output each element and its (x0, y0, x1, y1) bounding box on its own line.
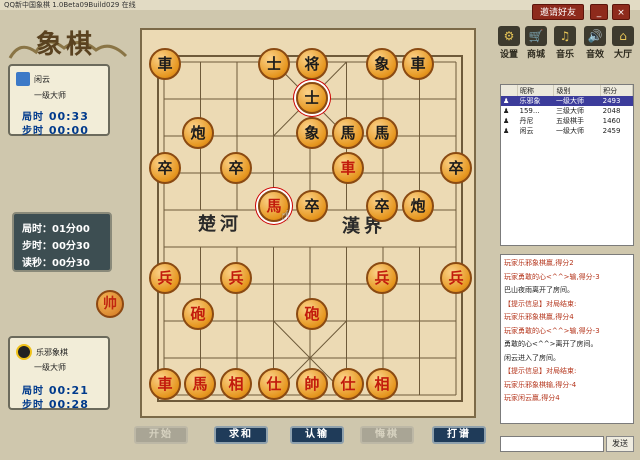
chat-message: 玩家乐邪象棋赢,得分2 (504, 259, 574, 267)
table-row[interactable]: ♟ 乐邪象 一级大师 2493 (501, 96, 633, 106)
minimize-button[interactable]: _ (590, 4, 608, 20)
piece-red[interactable]: 仕 (332, 368, 364, 400)
draw-button[interactable]: 求和 (214, 426, 268, 444)
table-row[interactable]: ♟ 丹尼 五级棋手 1460 (501, 116, 633, 126)
chat-input[interactable] (500, 436, 604, 452)
piece-black[interactable]: 卒 (149, 152, 181, 184)
cart-icon: 🛒 (525, 26, 547, 46)
piece-red[interactable]: 仕 (258, 368, 290, 400)
opponent-panel: 闲云 一级大师 局时 00:33 步时 00:00 (8, 64, 110, 137)
chat-message: 玩家乐邪象棋赢,得分4 (504, 313, 574, 321)
piece-red[interactable]: 兵 (149, 262, 181, 294)
opponent-step-time: 步时 00:00 (22, 124, 89, 137)
tool-lobby[interactable]: ⌂ 大厅 (610, 26, 636, 60)
chat-message: 【提示信息】对局结束: (504, 367, 577, 375)
spectate-button[interactable]: 打谱 (432, 426, 486, 444)
tool-music[interactable]: ♫ 音乐 (552, 26, 578, 60)
river-left-label: 楚河 (198, 214, 242, 235)
turn-indicator-piece: 帅 (96, 290, 124, 318)
piece-black[interactable]: 卒 (366, 190, 398, 222)
qq-avatar-icon (16, 344, 32, 360)
game-logo: 象棋 (6, 18, 134, 70)
music-icon: ♫ (554, 26, 576, 46)
gear-icon: ⚙ (498, 26, 520, 46)
chat-message: 巴山夜雨离开了房间。 (504, 286, 574, 294)
piece-red[interactable]: 馬 (184, 368, 216, 400)
piece-red[interactable]: 帥 (296, 368, 328, 400)
piece-black[interactable]: 炮 (182, 117, 214, 149)
col-nickname[interactable]: 昵称 (517, 85, 555, 96)
piece-black[interactable]: 象 (296, 117, 328, 149)
piece-red[interactable]: 兵 (440, 262, 472, 294)
table-row[interactable]: ♟ 159... 三级大师 2048 (501, 106, 633, 116)
piece-black[interactable]: 象 (366, 48, 398, 80)
opponent-game-time: 局时 00:33 (22, 110, 89, 123)
player-step-time: 步时 00:28 (22, 398, 89, 411)
chat-message: 玩家乐邪象棋输,得分-4 (504, 380, 577, 389)
chat-message: 勇敢的心<^^>离开了房间。 (504, 340, 598, 348)
tool-shop[interactable]: 🛒 商城 (523, 26, 549, 60)
player-panel: 乐邪象棋 一级大师 局时 00:21 步时 00:28 (8, 336, 110, 411)
tool-sound[interactable]: 🔊 音效 (582, 26, 608, 60)
chat-message: 玩家勇敢的心<^^>输,得分-3 (504, 326, 600, 335)
piece-black[interactable]: 車 (402, 48, 434, 80)
piece-black[interactable]: 士 (258, 48, 290, 80)
piece-red[interactable]: 兵 (220, 262, 252, 294)
app-window: QQ新中国象棋 1.0Beta09Build029 在线 邀请好友 _ × 象棋… (0, 0, 640, 460)
user-icon: ♟ (503, 117, 510, 125)
piece-black[interactable]: 将 (296, 48, 328, 80)
setting-step-time: 步时：00分30 (22, 241, 90, 252)
piece-red[interactable]: 車 (149, 368, 181, 400)
table-row[interactable]: ♟ 闲云 一级大师 2459 (501, 126, 633, 136)
piece-red[interactable]: 砲 (296, 298, 328, 330)
piece-red[interactable]: 相 (366, 368, 398, 400)
piece-black[interactable]: 馬 (366, 117, 398, 149)
home-icon: ⌂ (612, 26, 634, 46)
player-rank: 一级大师 (34, 363, 66, 372)
chat-message: 玩家闲云赢,得分4 (504, 394, 560, 402)
piece-black[interactable]: 卒 (296, 190, 328, 222)
player-list: 昵称 级别 积分 ♟ 乐邪象 一级大师 2493 ♟ 159... 三级大师 2… (500, 84, 634, 246)
player-game-time: 局时 00:21 (22, 384, 89, 397)
start-button[interactable]: 开始 (134, 426, 188, 444)
undo-button[interactable]: 悔棋 (360, 426, 414, 444)
col-level[interactable]: 级别 (553, 85, 602, 96)
opponent-rank: 一级大师 (34, 91, 66, 100)
user-icon: ♟ (503, 127, 510, 135)
user-icon: ♟ (503, 107, 510, 115)
player-name: 乐邪象棋 (36, 347, 68, 357)
piece-black[interactable]: 馬 (332, 117, 364, 149)
piece-black[interactable]: 士 (296, 82, 328, 114)
piece-black[interactable]: 車 (149, 48, 181, 80)
time-settings-panel: 局时：01分00 步时：00分30 读秒：00分30 (12, 212, 112, 272)
piece-red[interactable]: 相 (220, 368, 252, 400)
resign-button[interactable]: 认输 (290, 426, 344, 444)
chat-log[interactable]: 玩家乐邪象棋赢,得分2 玩家勇敢的心<^^>输,得分-3 巴山夜雨离开了房间。 【提示… (500, 254, 634, 424)
chat-message: 玩家勇敢的心<^^>输,得分-3 (504, 272, 600, 281)
piece-black[interactable]: 炮 (402, 190, 434, 222)
col-score[interactable]: 积分 (600, 85, 633, 96)
opponent-avatar (16, 72, 30, 86)
piece-red[interactable]: 砲 (182, 298, 214, 330)
opponent-name: 闲云 (34, 74, 50, 84)
logo-text: 象棋 (36, 30, 97, 60)
tool-settings[interactable]: ⚙ 设置 (496, 26, 522, 60)
piece-red[interactable]: 車 (332, 152, 364, 184)
invite-friend-button[interactable]: 邀请好友 (532, 4, 584, 20)
chat-message: 闲云进入了房间。 (504, 353, 560, 362)
close-button[interactable]: × (612, 4, 630, 20)
send-button[interactable]: 发送 (606, 436, 634, 452)
speaker-icon: 🔊 (584, 26, 606, 46)
piece-black[interactable]: 卒 (440, 152, 472, 184)
setting-game-time: 局时：01分00 (22, 224, 90, 235)
piece-red[interactable]: 兵 (366, 262, 398, 294)
hand-cursor-icon: ☝ (281, 208, 290, 224)
setting-countdown: 读秒：00分30 (22, 258, 90, 269)
piece-black[interactable]: 卒 (220, 152, 252, 184)
user-icon: ♟ (501, 96, 518, 106)
chat-message: 【提示信息】对局结束: (504, 299, 577, 308)
